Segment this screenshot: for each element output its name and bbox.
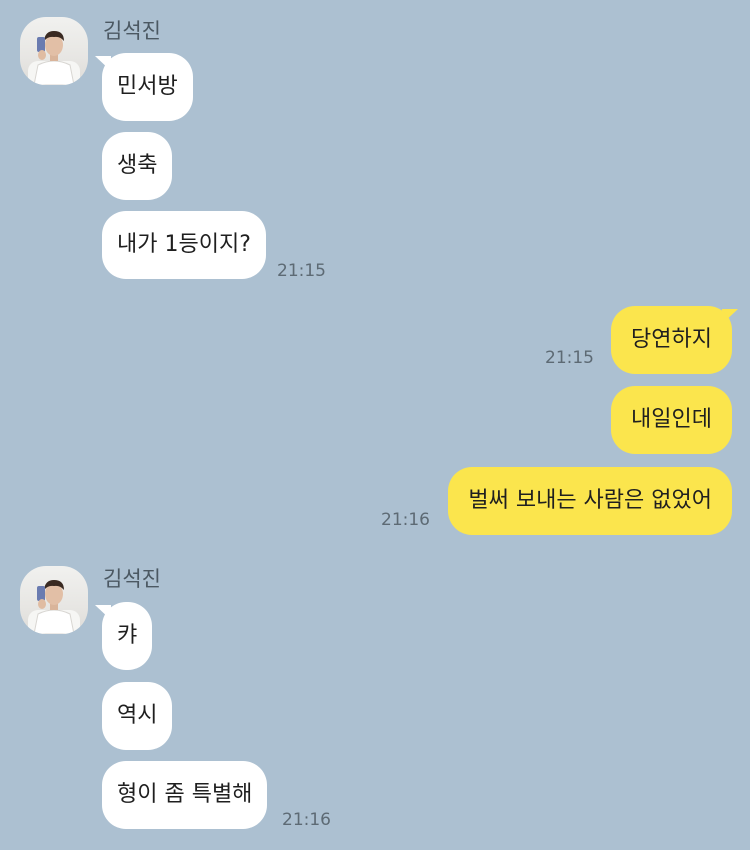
sender-avatar[interactable] (20, 566, 88, 634)
incoming-message[interactable]: 역시 (102, 682, 173, 750)
profile-photo-icon (28, 31, 80, 85)
message-timestamp: 21:16 (381, 510, 430, 530)
message-timestamp: 21:16 (282, 810, 331, 830)
incoming-message[interactable]: 민서방 (102, 53, 193, 121)
incoming-message[interactable]: 캬 (102, 602, 153, 670)
outgoing-message[interactable]: 벌써 보내는 사람은 없었어 (448, 467, 732, 535)
sender-avatar[interactable] (20, 17, 88, 85)
profile-photo-icon (28, 580, 80, 634)
incoming-message[interactable]: 생축 (102, 132, 173, 200)
sender-name: 김석진 (103, 19, 161, 43)
message-timestamp: 21:15 (545, 348, 594, 368)
message-timestamp: 21:15 (277, 261, 326, 281)
outgoing-message[interactable]: 내일인데 (611, 386, 732, 454)
sender-name: 김석진 (103, 567, 161, 591)
incoming-message[interactable]: 형이 좀 특별해 (102, 761, 268, 829)
outgoing-message[interactable]: 당연하지 (611, 306, 732, 374)
incoming-message[interactable]: 내가 1등이지? (102, 211, 266, 279)
